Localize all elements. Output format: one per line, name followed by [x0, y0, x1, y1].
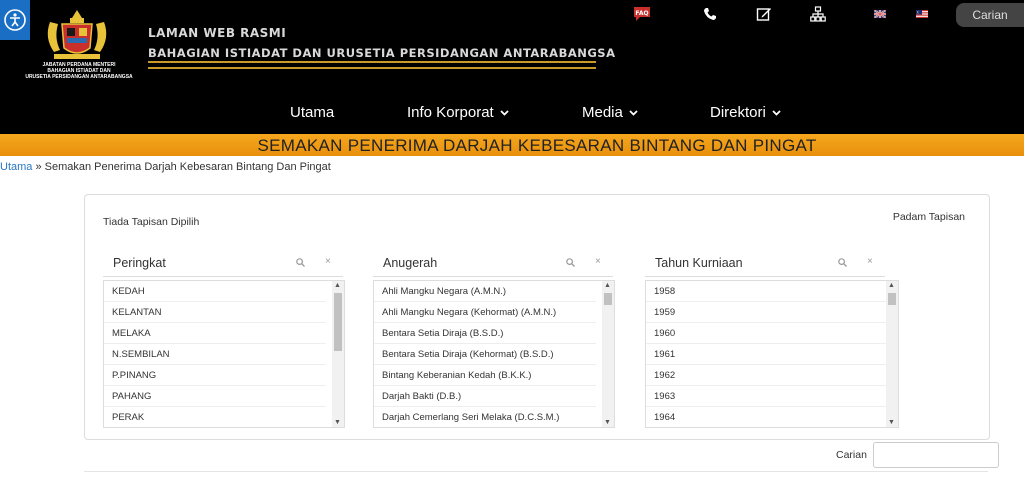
list-item[interactable]: 1958: [646, 281, 886, 302]
filter-column-header: Tahun Kurniaan ×: [645, 250, 885, 277]
list-item[interactable]: 1959: [646, 302, 886, 323]
list-item[interactable]: 1964: [646, 407, 886, 427]
main-nav: Utama Info Korporat Media Direktori: [0, 104, 1024, 130]
scrollbar-thumb[interactable]: [334, 293, 342, 351]
language-malay[interactable]: [912, 4, 932, 24]
list-item[interactable]: Bentara Setia Diraja (B.S.D.): [374, 323, 596, 344]
list-item[interactable]: PERAK: [104, 407, 326, 427]
breadcrumb-separator: »: [35, 161, 42, 173]
filter-column-header: Anugerah ×: [373, 250, 613, 277]
list-item[interactable]: N.SEMBILAN: [104, 344, 326, 365]
filter-list: KEDAH KELANTAN MELAKA N.SEMBILAN P.PINAN…: [103, 280, 345, 428]
breadcrumb-current: Semakan Penerima Darjah Kebesaran Bintan…: [44, 161, 331, 173]
phone-link[interactable]: [700, 4, 720, 24]
no-filter-text: Tiada Tapisan Dipilih: [103, 216, 200, 228]
close-icon[interactable]: ×: [867, 256, 873, 267]
list-item[interactable]: Darjah Bakti (D.B.): [374, 386, 596, 407]
clear-filter-button[interactable]: Padam Tapisan: [893, 211, 965, 223]
close-icon[interactable]: ×: [595, 256, 601, 267]
filter-list: Ahli Mangku Negara (A.M.N.) Ahli Mangku …: [373, 280, 615, 428]
list-item[interactable]: 1961: [646, 344, 886, 365]
list-item[interactable]: 1962: [646, 365, 886, 386]
scroll-down-icon[interactable]: ▼: [604, 419, 611, 426]
scroll-down-icon[interactable]: ▼: [334, 419, 341, 426]
page-banner: SEMAKAN PENERIMA DARJAH KEBESARAN BINTAN…: [0, 134, 1024, 156]
phone-icon: [704, 8, 716, 20]
filter-column-header: Peringkat ×: [103, 250, 343, 277]
gold-divider-bottom: [148, 67, 596, 69]
search-icon[interactable]: [838, 258, 847, 267]
table-divider: [84, 471, 988, 472]
filter-column-anugerah: Anugerah × Ahli Mangku Negara (A.M.N.) A…: [373, 250, 615, 428]
faq-link[interactable]: FAQ: [632, 4, 652, 24]
search-icon[interactable]: [566, 258, 575, 267]
scroll-up-icon[interactable]: ▲: [334, 282, 341, 289]
list-item[interactable]: Ahli Mangku Negara (A.M.N.): [374, 281, 596, 302]
scrollbar[interactable]: ▲ ▼: [602, 281, 614, 427]
filter-column-peringkat: Peringkat × KEDAH KELANTAN MELAKA N.SEMB…: [103, 250, 345, 428]
list-item[interactable]: KELANTAN: [104, 302, 326, 323]
nav-item-utama[interactable]: Utama: [290, 104, 334, 121]
site-title: LAMAN WEB RASMI BAHAGIAN ISTIADAT DAN UR…: [148, 26, 615, 60]
language-english[interactable]: [870, 4, 890, 24]
list-item[interactable]: Darjah Cemerlang Seri Melaka (D.C.S.M.): [374, 407, 596, 427]
breadcrumb: Utama » Semakan Penerima Darjah Kebesara…: [0, 161, 331, 173]
site-title-line1: LAMAN WEB RASMI: [148, 26, 287, 40]
sitemap-link[interactable]: [808, 4, 828, 24]
list-item[interactable]: MELAKA: [104, 323, 326, 344]
list-item[interactable]: PAHANG: [104, 386, 326, 407]
scroll-down-icon[interactable]: ▼: [888, 419, 895, 426]
faq-icon: FAQ: [634, 7, 650, 21]
chevron-down-icon: [500, 109, 509, 116]
uk-flag-icon: [874, 10, 886, 18]
table-search-label: Carian: [836, 449, 867, 461]
filter-panel: Tiada Tapisan Dipilih Padam Tapisan Peri…: [84, 194, 990, 440]
site-header: JABATAN PERDANA MENTERI BAHAGIAN ISTIADA…: [0, 0, 1024, 134]
scrollbar-thumb[interactable]: [604, 293, 612, 305]
filter-list: 1958 1959 1960 1961 1962 1963 1964 ▲ ▼: [645, 280, 899, 428]
scroll-up-icon[interactable]: ▲: [604, 282, 611, 289]
malaysia-flag-icon: [916, 10, 928, 18]
logo-caption: JABATAN PERDANA MENTERI BAHAGIAN ISTIADA…: [25, 62, 133, 80]
filter-column-tahun-kurniaan: Tahun Kurniaan × 1958 1959 1960 1961 196…: [645, 250, 899, 428]
scrollbar-thumb[interactable]: [888, 293, 896, 305]
scrollbar[interactable]: ▲ ▼: [332, 281, 344, 427]
feedback-link[interactable]: [754, 4, 774, 24]
list-item[interactable]: Bentara Setia Diraja (Kehormat) (B.S.D.): [374, 344, 596, 365]
gold-divider-top: [148, 61, 596, 63]
chevron-down-icon: [772, 109, 781, 116]
site-title-line2: BAHAGIAN ISTIADAT DAN URUSETIA PERSIDANG…: [148, 46, 616, 60]
search-icon[interactable]: [296, 258, 305, 267]
table-search-input[interactable]: [872, 442, 999, 468]
list-item[interactable]: P.PINANG: [104, 365, 326, 386]
nav-item-direktori[interactable]: Direktori: [710, 104, 781, 121]
filter-column-title: Anugerah: [383, 256, 438, 270]
scrollbar[interactable]: ▲ ▼: [886, 281, 898, 427]
svg-text:FAQ: FAQ: [635, 10, 648, 17]
list-item[interactable]: Bintang Keberanian Kedah (B.K.K.): [374, 365, 596, 386]
page-title: SEMAKAN PENERIMA DARJAH KEBESARAN BINTAN…: [257, 136, 817, 155]
header-search-button[interactable]: Carian: [956, 3, 1024, 27]
list-item[interactable]: 1960: [646, 323, 886, 344]
scroll-up-icon[interactable]: ▲: [888, 282, 895, 289]
list-item[interactable]: KEDAH: [104, 281, 326, 302]
close-icon[interactable]: ×: [325, 256, 331, 267]
list-item[interactable]: Ahli Mangku Negara (Kehormat) (A.M.N.): [374, 302, 596, 323]
list-item[interactable]: 1963: [646, 386, 886, 407]
nav-item-info-korporat[interactable]: Info Korporat: [407, 104, 509, 121]
filter-column-title: Tahun Kurniaan: [655, 256, 743, 270]
chevron-down-icon: [629, 109, 638, 116]
filter-column-title: Peringkat: [113, 256, 166, 270]
edit-icon: [756, 8, 771, 21]
table-search: Carian: [836, 442, 999, 468]
nav-item-media[interactable]: Media: [582, 104, 638, 121]
breadcrumb-home-link[interactable]: Utama: [0, 161, 32, 173]
sitemap-icon: [810, 6, 826, 22]
